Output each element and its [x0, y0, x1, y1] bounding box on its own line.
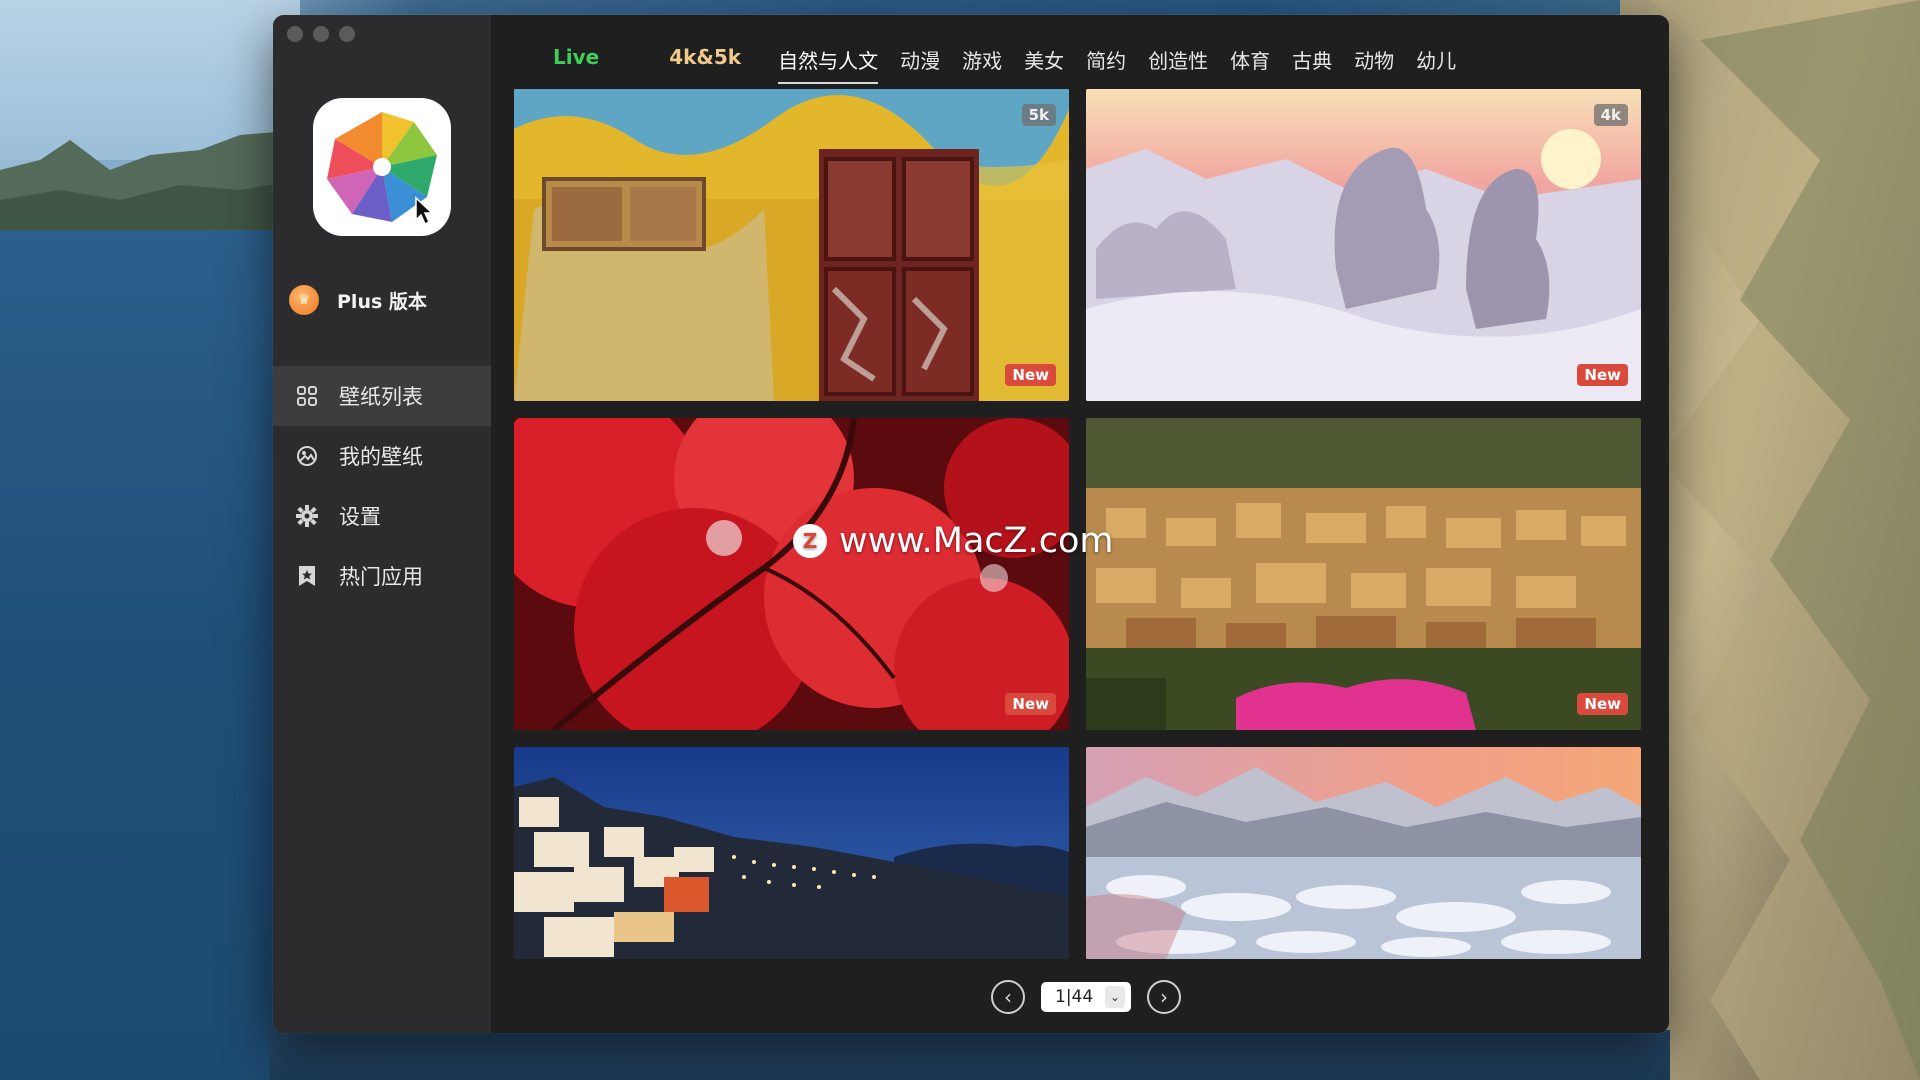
chevron-right-icon[interactable]: › — [1147, 980, 1181, 1014]
sidebar-item-label: 热门应用 — [339, 565, 423, 589]
wallpaper-card[interactable]: 4k New — [1086, 89, 1641, 401]
tab-animals[interactable]: 动物 — [1354, 45, 1394, 84]
wallpaper-card[interactable]: New — [514, 418, 1069, 730]
tab-classical[interactable]: 古典 — [1292, 45, 1332, 84]
tab-4k-5k[interactable]: 4k&5k — [669, 45, 741, 79]
tab-sports[interactable]: 体育 — [1230, 45, 1270, 84]
tab-live[interactable]: Live — [553, 45, 599, 79]
new-badge: New — [1577, 693, 1628, 715]
gear-icon — [295, 504, 319, 528]
wallpaper-thumbnail — [1086, 747, 1641, 959]
desktop-sea — [0, 230, 300, 1080]
tab-games[interactable]: 游戏 — [962, 45, 1002, 84]
wallpaper-thumbnail — [1086, 418, 1641, 730]
tab-minimal[interactable]: 简约 — [1086, 45, 1126, 84]
window-controls — [287, 26, 355, 42]
close-button[interactable] — [287, 26, 303, 42]
sidebar-item-label: 设置 — [339, 505, 381, 529]
sidebar-item-label: 壁纸列表 — [339, 385, 423, 409]
crown-icon: ♛ — [289, 285, 319, 315]
tab-nature-culture[interactable]: 自然与人文 — [778, 45, 879, 84]
pagination: ‹ 1|44 ⌄ › — [991, 980, 1181, 1014]
sidebar-item-popular-apps[interactable]: 热门应用 — [273, 546, 491, 606]
chevron-left-icon[interactable]: ‹ — [991, 980, 1025, 1014]
desktop-sea-bottom — [270, 1030, 1670, 1080]
tab-anime[interactable]: 动漫 — [900, 45, 940, 84]
chevron-down-icon: ⌄ — [1105, 986, 1125, 1008]
zoom-button[interactable] — [339, 26, 355, 42]
grid-icon — [295, 384, 319, 408]
sidebar-item-my-wallpapers[interactable]: 我的壁纸 — [273, 426, 491, 486]
wallpaper-thumbnail — [514, 89, 1069, 401]
category-tabs: Live 4k&5k 自然与人文 动漫 游戏 美女 简约 创造性 体育 古典 动… — [553, 45, 1478, 93]
wallpaper-card[interactable]: 5k New — [514, 89, 1069, 401]
app-window: ♛ Plus 版本 壁纸列表 我的壁纸 设置 热门应用 Live 4k&5k 自… — [273, 15, 1669, 1033]
sidebar-item-label: 我的壁纸 — [339, 445, 423, 469]
new-badge: New — [1005, 693, 1056, 715]
sidebar: ♛ Plus 版本 壁纸列表 我的壁纸 设置 热门应用 — [273, 15, 491, 1033]
sidebar-item-settings[interactable]: 设置 — [273, 486, 491, 546]
wallpaper-grid: 5k New 4k New New New — [514, 89, 1642, 973]
image-icon — [295, 444, 319, 468]
tab-kids[interactable]: 幼儿 — [1416, 45, 1456, 84]
wallpaper-card[interactable] — [514, 747, 1069, 959]
main-content: Live 4k&5k 自然与人文 动漫 游戏 美女 简约 创造性 体育 古典 动… — [491, 15, 1669, 1033]
wallpaper-card[interactable]: New — [1086, 418, 1641, 730]
minimize-button[interactable] — [313, 26, 329, 42]
page-select[interactable]: 1|44 ⌄ — [1041, 982, 1131, 1012]
color-wheel-icon — [327, 112, 437, 226]
wallpaper-thumbnail — [514, 747, 1069, 959]
new-badge: New — [1005, 364, 1056, 386]
plus-version-row[interactable]: ♛ Plus 版本 — [289, 285, 427, 315]
wallpaper-card[interactable] — [1086, 747, 1641, 959]
tab-beauty[interactable]: 美女 — [1024, 45, 1064, 84]
sidebar-nav: 壁纸列表 我的壁纸 设置 热门应用 — [273, 366, 491, 606]
sidebar-item-wallpaper-list[interactable]: 壁纸列表 — [273, 366, 491, 426]
app-logo — [313, 98, 451, 236]
resolution-badge: 5k — [1021, 104, 1056, 126]
new-badge: New — [1577, 364, 1628, 386]
bookmark-star-icon — [295, 564, 319, 588]
wallpaper-thumbnail — [514, 418, 1069, 730]
wallpaper-thumbnail — [1086, 89, 1641, 401]
resolution-badge: 4k — [1593, 104, 1628, 126]
tab-creative[interactable]: 创造性 — [1148, 45, 1208, 84]
plus-version-label: Plus 版本 — [337, 290, 427, 313]
page-value: 1|44 — [1055, 987, 1094, 1007]
